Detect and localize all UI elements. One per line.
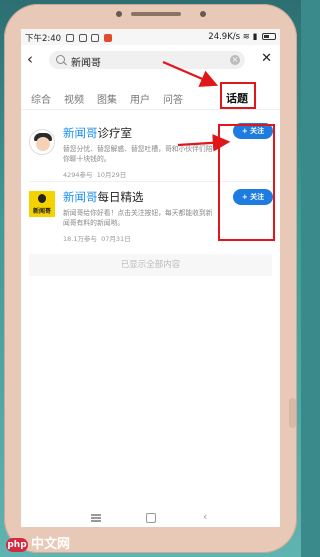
arrow-to-follow-buttons [177,134,231,152]
watermark-logo: php [6,538,28,552]
annotation-arrows [162,60,231,152]
watermark-text: 中文网 [31,537,71,552]
arrow-to-topic-tab [162,60,219,87]
watermark: php 中文网 [6,533,70,552]
